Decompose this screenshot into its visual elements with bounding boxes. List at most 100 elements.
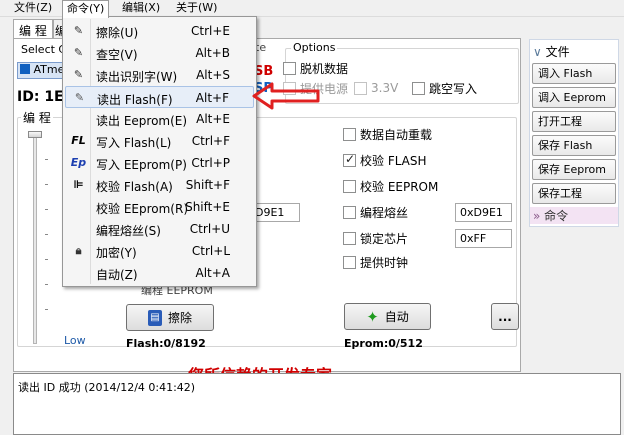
menu-item-label: 擦除(U) <box>96 26 139 40</box>
fuse-field-left[interactable]: D9E1 <box>250 203 300 222</box>
auto-button[interactable]: ✦ 自动 <box>344 303 431 330</box>
menu-item-label: 校验 EEprom(R) <box>96 202 188 216</box>
slider-tick <box>45 184 48 185</box>
chip-select[interactable]: ATme <box>17 62 67 79</box>
menu-item-shortcut: Ctrl+F <box>191 134 230 148</box>
offline-checkbox[interactable]: 脱机数据 <box>283 60 348 77</box>
file-section-header[interactable]: ∨ 文件 <box>530 43 618 60</box>
menu-item-shortcut: Alt+E <box>196 112 230 126</box>
more-button[interactable]: ... <box>491 303 519 330</box>
menu-item-write-flash[interactable]: FL 写入 Flash(L) Ctrl+F <box>65 130 254 152</box>
v33-checkbox[interactable]: 3.3V <box>354 81 398 95</box>
open-project-button[interactable]: 打开工程 <box>532 111 616 132</box>
offline-box[interactable] <box>283 62 296 75</box>
verify-eeprom-checkbox[interactable]: 校验 EEPROM <box>343 178 438 195</box>
menu-edit[interactable]: 编辑(X) <box>118 0 164 17</box>
lock-chip-label: 锁定芯片 <box>360 232 409 246</box>
verify-flash-checkbox[interactable]: 校验 FLASH <box>343 152 427 169</box>
clock-box[interactable] <box>343 256 356 269</box>
menu-item-verify-eeprom[interactable]: 校验 EEprom(R) Shift+E <box>65 196 254 218</box>
lock-value-field[interactable]: 0xFF <box>455 229 512 248</box>
lock-icon: 🔒︎ <box>75 244 82 257</box>
flash-status: Flash:0/8192 <box>126 337 206 350</box>
menu-item-label: 读出 Flash(F) <box>97 93 173 107</box>
verify-eeprom-label: 校验 EEPROM <box>360 180 439 194</box>
expand-icon: » <box>533 209 541 223</box>
runner-icon: ✦ <box>366 307 379 326</box>
verify-eeprom-box[interactable] <box>343 180 356 193</box>
command-section-header[interactable]: » 命令 <box>530 207 618 224</box>
speed-slider-thumb[interactable] <box>28 131 42 138</box>
slider-tick <box>45 234 48 235</box>
eeprom-status: Eprom:0/512 <box>344 337 423 350</box>
skip-box[interactable] <box>412 82 425 95</box>
menu-item-label: 校验 Flash(A) <box>96 180 173 194</box>
menu-item-shortcut: Ctrl+P <box>191 156 230 170</box>
command-menu-dropdown: ✎ 擦除(U) Ctrl+E ✎ 查空(V) Alt+B ✎ 读出识别字(W) … <box>62 16 257 287</box>
menu-item-read-flash[interactable]: ✎ 读出 Flash(F) Alt+F <box>65 86 254 108</box>
verify-flash-label: 校验 FLASH <box>360 154 427 168</box>
verify-flash-box[interactable] <box>343 152 356 167</box>
menu-item-read-id[interactable]: ✎ 读出识别字(W) Alt+S <box>65 64 254 86</box>
clock-checkbox[interactable]: 提供时钟 <box>343 254 408 271</box>
menu-item-label: 写入 Flash(L) <box>96 136 172 150</box>
menu-item-auto[interactable]: 自动(Z) Alt+A <box>65 262 254 284</box>
prog-fuse-box[interactable] <box>343 206 356 219</box>
verify-flash-icon: ⊫ <box>73 178 84 191</box>
chip-icon <box>20 64 30 74</box>
prog-fuse-checkbox[interactable]: 编程熔丝 <box>343 204 408 221</box>
menu-item-shortcut: Shift+F <box>185 178 230 192</box>
speed-slider-track[interactable] <box>33 132 37 344</box>
program-title: 编 程 <box>21 109 53 126</box>
log-line: 读出 ID 成功 (2014/12/4 0:41:42) <box>18 381 196 394</box>
menu-file[interactable]: 文件(Z) <box>10 0 56 17</box>
menu-item-write-eeprom[interactable]: Ep 写入 EEprom(P) Ctrl+P <box>65 152 254 174</box>
menu-item-erase[interactable]: ✎ 擦除(U) Ctrl+E <box>65 20 254 42</box>
menu-item-blank-check[interactable]: ✎ 查空(V) Alt+B <box>65 42 254 64</box>
menu-item-prog-fuse[interactable]: 编程熔丝(S) Ctrl+U <box>65 218 254 240</box>
menu-command[interactable]: 命令(Y) <box>62 0 110 18</box>
id-value: 1E <box>44 89 64 105</box>
skip-empty-checkbox[interactable]: 跳空写入 <box>412 80 477 97</box>
log-area[interactable]: 读出 ID 成功 (2014/12/4 0:41:42) <box>13 373 621 435</box>
erase-button-label: 擦除 <box>167 311 192 325</box>
load-eeprom-button[interactable]: 调入 Eeprom <box>532 87 616 108</box>
auto-reload-box[interactable] <box>343 128 356 141</box>
collapse-icon: ∨ <box>533 45 542 59</box>
auto-reload-checkbox[interactable]: 数据自动重载 <box>343 126 432 143</box>
lock-chip-box[interactable] <box>343 232 356 245</box>
menu-item-label: 读出识别字(W) <box>96 70 178 84</box>
lock-chip-checkbox[interactable]: 锁定芯片 <box>343 230 408 247</box>
slider-tick <box>45 209 48 210</box>
menu-about[interactable]: 关于(W) <box>172 0 221 17</box>
slider-tick <box>45 284 48 285</box>
v33-box[interactable] <box>354 81 367 95</box>
fuse-value-field[interactable]: 0xD9E1 <box>455 203 512 222</box>
save-flash-button[interactable]: 保存 Flash <box>532 135 616 156</box>
options-title: Options <box>291 41 338 54</box>
eraser-icon: ✎ <box>73 24 84 37</box>
menu-item-encrypt[interactable]: 🔒︎ 加密(Y) Ctrl+L <box>65 240 254 262</box>
read-flash-icon: ✎ <box>74 91 85 104</box>
menu-bar: 文件(Z) 命令(Y) 编辑(X) 关于(W) <box>0 0 624 18</box>
slider-tick <box>45 309 48 310</box>
menu-item-shortcut: Ctrl+E <box>191 24 230 38</box>
read-id-icon: ✎ <box>73 68 84 81</box>
menu-item-label: 写入 EEprom(P) <box>96 158 187 172</box>
tab-program[interactable]: 编 程 <box>13 19 53 39</box>
erase-button[interactable]: ▤ 擦除 <box>126 304 214 331</box>
slider-tick <box>45 159 48 160</box>
file-section-label: 文件 <box>545 45 570 59</box>
menu-item-read-eeprom[interactable]: 读出 Eeprom(E) Alt+E <box>65 108 254 130</box>
menu-item-label: 编程熔丝(S) <box>96 224 161 238</box>
command-section-label: 命令 <box>544 209 569 223</box>
menu-item-verify-flash[interactable]: ⊫ 校验 Flash(A) Shift+F <box>65 174 254 196</box>
save-eeprom-button[interactable]: 保存 Eeprom <box>532 159 616 180</box>
menu-item-shortcut: Ctrl+L <box>191 244 230 258</box>
banner-text: 您所信赖的开发专家 <box>188 362 332 373</box>
menu-item-label: 读出 Eeprom(E) <box>96 114 188 128</box>
load-flash-button[interactable]: 调入 Flash <box>532 63 616 84</box>
save-project-button[interactable]: 保存工程 <box>532 183 616 204</box>
offline-label: 脱机数据 <box>300 62 349 76</box>
v33-label: 3.3V <box>371 81 399 95</box>
